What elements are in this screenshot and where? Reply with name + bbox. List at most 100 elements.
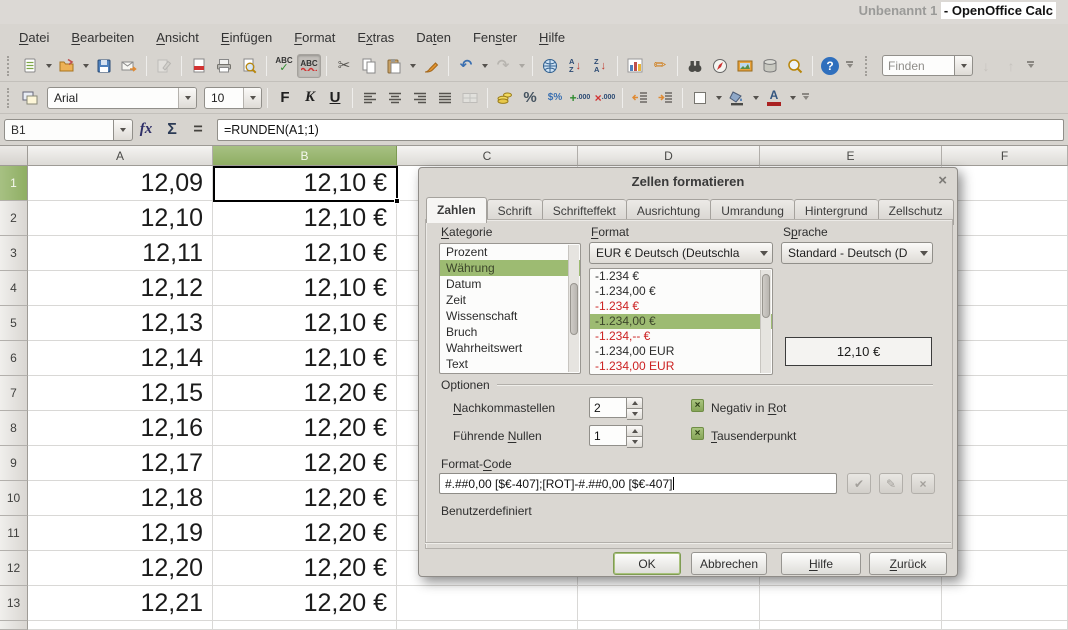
cell[interactable] [942,481,1068,516]
navigator-button[interactable] [708,54,732,78]
spellcheck-button[interactable]: ABC✓ [272,54,296,78]
cell-b8[interactable]: 12,20 € [213,411,397,446]
function-wizard-button[interactable]: fx [133,118,159,142]
language-combo[interactable]: Standard - Deutsch (D [781,242,933,264]
cell[interactable] [397,586,578,621]
row-header[interactable]: 10 [0,481,28,516]
row-header[interactable]: 6 [0,341,28,376]
open-button[interactable] [55,54,79,78]
decrease-indent-button[interactable] [628,86,652,110]
percent-format-button[interactable]: % [518,86,542,110]
row-header[interactable]: 2 [0,201,28,236]
menu-datei[interactable]: Datei [8,26,60,49]
cell-a4[interactable]: 12,12 [28,271,213,306]
column-header-e[interactable]: E [760,146,942,166]
ok-button[interactable]: OK [613,552,681,575]
formula-input[interactable]: =RUNDEN(A1;1) [217,119,1064,141]
background-color-button[interactable] [725,86,749,110]
format-item[interactable]: -1.234,-- € [590,329,772,344]
format-scrollbar[interactable] [760,270,771,373]
bold-button[interactable]: F [273,86,297,110]
cell[interactable] [942,376,1068,411]
cell-a3[interactable]: 12,11 [28,236,213,271]
menu-format[interactable]: Format [283,26,346,49]
format-item[interactable]: -1.234,00 € [590,284,772,299]
cell-b4[interactable]: 12,10 € [213,271,397,306]
thousands-separator-checkbox[interactable]: × [691,427,704,440]
cell[interactable] [942,201,1068,236]
column-header-f[interactable]: F [942,146,1068,166]
add-decimal-button[interactable]: +.000 [568,86,592,110]
currency-format-combo[interactable]: EUR € Deutsch (Deutschla [589,242,773,264]
toolbar-overflow-button[interactable] [843,54,856,78]
help-button[interactable]: Hilfe [781,552,861,575]
font-size-combo[interactable]: 10 [204,87,262,109]
cell[interactable] [942,516,1068,551]
cell[interactable] [578,586,760,621]
row-header[interactable]: 11 [0,516,28,551]
column-header-a[interactable]: A [28,146,213,166]
print-button[interactable] [212,54,236,78]
find-previous-button[interactable]: ↑ [999,54,1023,78]
undo-button[interactable]: ↶ [454,54,478,78]
redo-button[interactable]: ↷ [491,54,515,78]
category-item[interactable]: Text [440,356,580,372]
font-size-dropdown[interactable] [243,88,261,108]
cell-a12[interactable]: 12,20 [28,551,213,586]
data-sources-button[interactable] [758,54,782,78]
column-header-c[interactable]: C [397,146,578,166]
format-paintbrush-button[interactable] [419,54,443,78]
cell[interactable] [942,551,1068,586]
cancel-button[interactable]: Abbrechen [691,552,767,575]
scrollbar-thumb[interactable] [762,274,770,318]
cell-b7[interactable]: 12,20 € [213,376,397,411]
find-input[interactable]: Finden [882,55,954,76]
cell-a2[interactable]: 12,10 [28,201,213,236]
leading-zeros-spinner[interactable]: 1 [589,425,643,446]
cell-a5[interactable]: 12,13 [28,306,213,341]
negative-red-label[interactable]: Negativ in Rot [711,401,786,415]
format-item[interactable]: -1.234,00 EUR [590,344,772,359]
decimals-value[interactable]: 2 [589,397,627,418]
merge-cells-button[interactable] [458,86,482,110]
borders-dropdown[interactable] [713,86,724,110]
cell[interactable] [942,271,1068,306]
category-item[interactable]: Wissenschaft [440,308,580,324]
category-item-selected[interactable]: Währung [440,260,580,276]
help-button[interactable]: ? [818,54,842,78]
cell-a8[interactable]: 12,16 [28,411,213,446]
row-header[interactable]: 1 [0,166,28,201]
column-header-d[interactable]: D [578,146,760,166]
row-header[interactable]: 5 [0,306,28,341]
cell[interactable] [942,306,1068,341]
paste-dropdown[interactable] [407,54,418,78]
spin-down-icon[interactable] [627,408,643,420]
gallery-button[interactable] [733,54,757,78]
format-item-selected[interactable]: -1.234,00 € [590,314,772,329]
borders-button[interactable] [688,86,712,110]
toolbar-overflow-button[interactable] [1024,54,1037,78]
category-item[interactable]: Prozent [440,244,580,260]
function-button[interactable]: = [185,118,211,142]
cell[interactable] [213,621,397,630]
category-scrollbar[interactable] [568,245,579,372]
sort-descending-button[interactable]: ZA↓ [588,54,612,78]
font-name-dropdown[interactable] [178,88,196,108]
spin-down-icon[interactable] [627,436,643,448]
new-document-button[interactable] [18,54,42,78]
row-header[interactable]: 4 [0,271,28,306]
edit-file-button[interactable] [152,54,176,78]
italic-button[interactable]: K [298,86,322,110]
menu-extras[interactable]: Extras [346,26,405,49]
draw-functions-button[interactable]: ✏ [648,54,672,78]
leading-zeros-value[interactable]: 1 [589,425,627,446]
pdf-export-button[interactable] [187,54,211,78]
toolbar-handle[interactable] [7,56,12,76]
cell-a13[interactable]: 12,21 [28,586,213,621]
cell-a6[interactable]: 12,14 [28,341,213,376]
copy-button[interactable] [357,54,381,78]
underline-button[interactable]: U [323,86,347,110]
scrollbar-thumb[interactable] [570,283,578,335]
currency-format-button[interactable] [493,86,517,110]
row-header[interactable]: 8 [0,411,28,446]
